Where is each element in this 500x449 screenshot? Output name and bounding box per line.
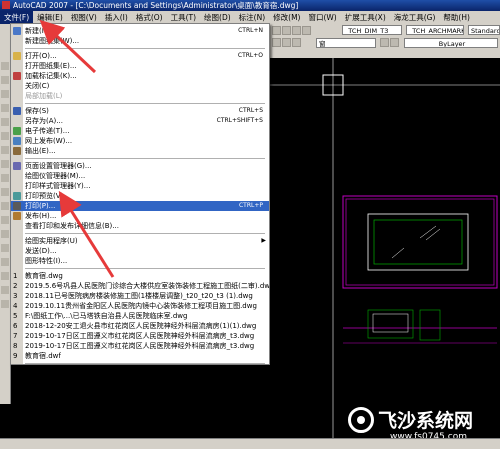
annotation-arrows — [39, 19, 115, 278]
arrow-to-file-menu — [39, 19, 97, 74]
arrow-to-print-item — [58, 190, 115, 278]
